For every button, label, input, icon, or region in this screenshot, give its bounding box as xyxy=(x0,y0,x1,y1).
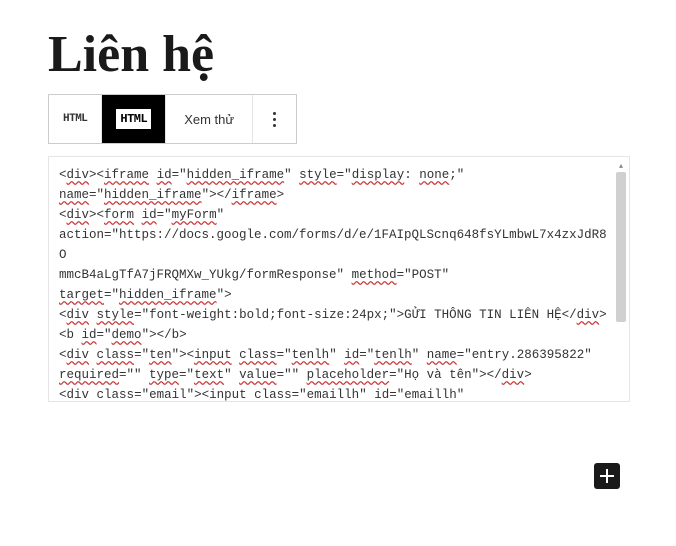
scroll-up-icon[interactable]: ▴ xyxy=(615,159,627,171)
code-content: <div><iframe id="hidden_iframe" style="d… xyxy=(49,157,629,402)
preview-button[interactable]: Xem thử xyxy=(166,95,253,143)
block-toolbar: HTML HTML Xem thử xyxy=(48,94,297,144)
scroll-thumb[interactable] xyxy=(616,172,626,322)
page-title: Liên hệ xyxy=(48,25,676,84)
more-options-button[interactable] xyxy=(253,95,296,143)
scrollbar[interactable]: ▴ xyxy=(615,159,627,399)
dots-vertical-icon xyxy=(273,112,276,115)
html-block-icon[interactable]: HTML xyxy=(49,95,102,143)
plus-icon xyxy=(599,468,615,484)
html-edit-button[interactable]: HTML xyxy=(102,95,166,143)
add-block-button[interactable] xyxy=(594,463,620,489)
html-code-editor[interactable]: ▴ <div><iframe id="hidden_iframe" style=… xyxy=(48,156,630,402)
